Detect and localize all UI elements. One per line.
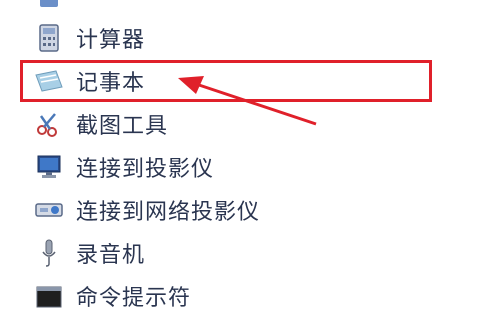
annotation-arrow	[178, 76, 317, 126]
accessories-menu: 计算器 记事本 截图工具 连接到投影仪 连接到网络投影仪 录音机 命令提示符	[0, 0, 480, 311]
